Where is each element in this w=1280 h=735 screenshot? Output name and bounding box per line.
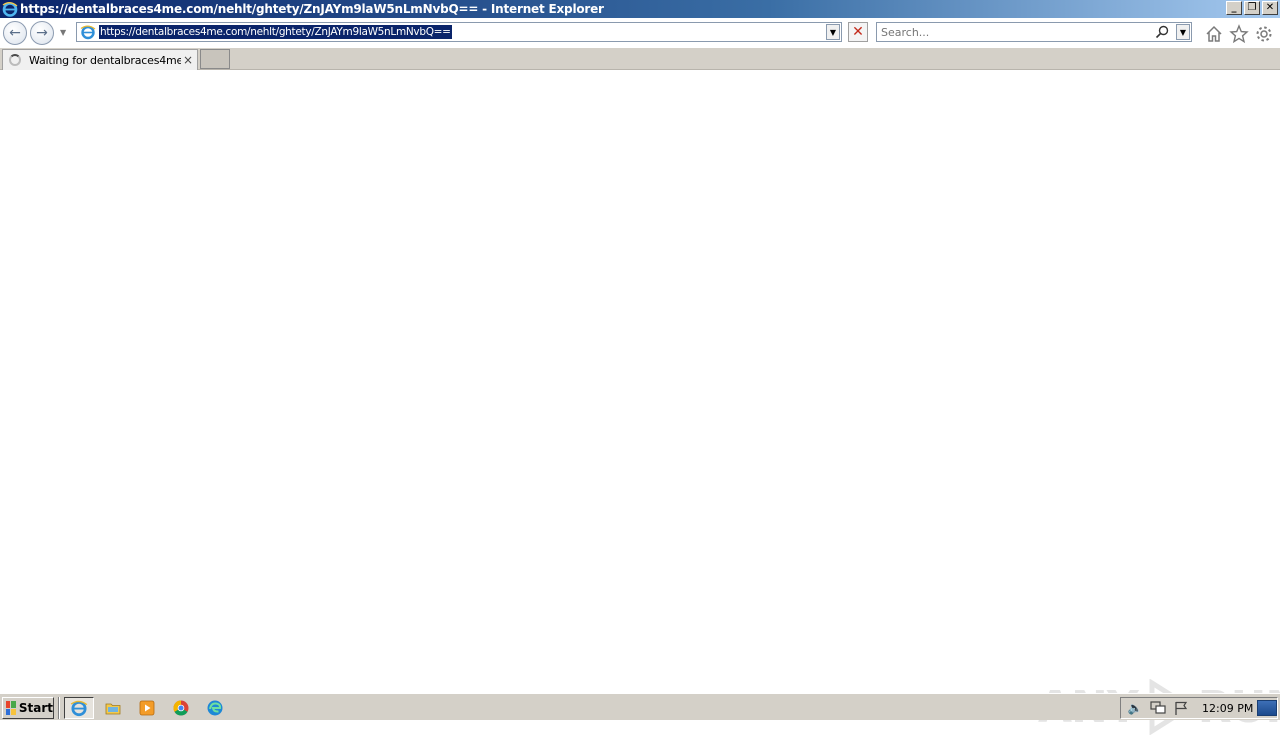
- start-label: Start: [18, 701, 53, 715]
- search-box[interactable]: ▼: [876, 22, 1192, 42]
- tab-close-icon[interactable]: ×: [183, 53, 193, 67]
- internet-explorer-icon: [2, 2, 18, 17]
- restore-button[interactable]: ❐: [1244, 1, 1260, 15]
- tab-bar: Waiting for dentalbraces4me.... ×: [0, 48, 1280, 70]
- title-bar: https://dentalbraces4me.com/nehlt/ghtety…: [0, 0, 1280, 18]
- forward-button[interactable]: →: [30, 21, 54, 45]
- stop-button[interactable]: ✕: [848, 22, 868, 42]
- window-controls: _ ❐ ✕: [1226, 1, 1278, 15]
- recent-pages-dropdown[interactable]: ▼: [60, 28, 66, 37]
- taskbar-chrome[interactable]: [166, 697, 196, 719]
- system-tray: 🔈 12:09 PM: [1120, 697, 1278, 719]
- start-button[interactable]: Start: [2, 697, 54, 719]
- loading-spinner-icon: [9, 54, 21, 66]
- action-center-flag-icon[interactable]: [1172, 700, 1190, 716]
- taskbar-internet-explorer[interactable]: [64, 697, 94, 719]
- taskbar-media-player[interactable]: [132, 697, 162, 719]
- gear-icon[interactable]: [1254, 24, 1274, 44]
- tab-loading-page[interactable]: Waiting for dentalbraces4me.... ×: [2, 49, 198, 70]
- folder-icon: [105, 703, 121, 715]
- internet-explorer-icon: [70, 700, 88, 717]
- home-icon[interactable]: [1204, 24, 1224, 44]
- speaker-icon[interactable]: 🔈: [1126, 700, 1144, 716]
- back-button[interactable]: ←: [3, 21, 27, 45]
- chrome-icon: [173, 700, 189, 716]
- windows-logo-icon: [6, 701, 16, 715]
- taskbar: Start �: [0, 693, 1280, 720]
- page-content: ANY RUN: [0, 71, 1280, 735]
- address-bar[interactable]: https://dentalbraces4me.com/nehlt/ghtety…: [76, 22, 842, 42]
- edge-icon: [207, 700, 223, 716]
- new-tab-button[interactable]: [200, 49, 230, 69]
- address-dropdown-button[interactable]: ▼: [826, 24, 840, 40]
- window-title: https://dentalbraces4me.com/nehlt/ghtety…: [20, 2, 604, 16]
- tab-label: Waiting for dentalbraces4me....: [29, 53, 181, 67]
- close-button[interactable]: ✕: [1262, 1, 1278, 15]
- network-icon[interactable]: [1149, 700, 1167, 716]
- taskbar-file-explorer[interactable]: [98, 697, 128, 719]
- search-icon[interactable]: [1155, 25, 1169, 39]
- show-desktop-button[interactable]: [1257, 700, 1277, 716]
- taskbar-separator: [58, 697, 60, 719]
- search-dropdown-button[interactable]: ▼: [1176, 24, 1190, 40]
- taskbar-edge[interactable]: [200, 697, 230, 719]
- search-input[interactable]: [877, 25, 1147, 39]
- minimize-button[interactable]: _: [1226, 1, 1242, 15]
- navigation-bar: ← → ▼ https://dentalbraces4me.com/nehlt/…: [0, 18, 1280, 48]
- favorites-star-icon[interactable]: [1229, 24, 1249, 44]
- url-text[interactable]: https://dentalbraces4me.com/nehlt/ghtety…: [99, 25, 452, 39]
- media-player-icon: [139, 700, 155, 716]
- clock[interactable]: 12:09 PM: [1202, 702, 1253, 715]
- page-favicon-icon: [80, 25, 96, 40]
